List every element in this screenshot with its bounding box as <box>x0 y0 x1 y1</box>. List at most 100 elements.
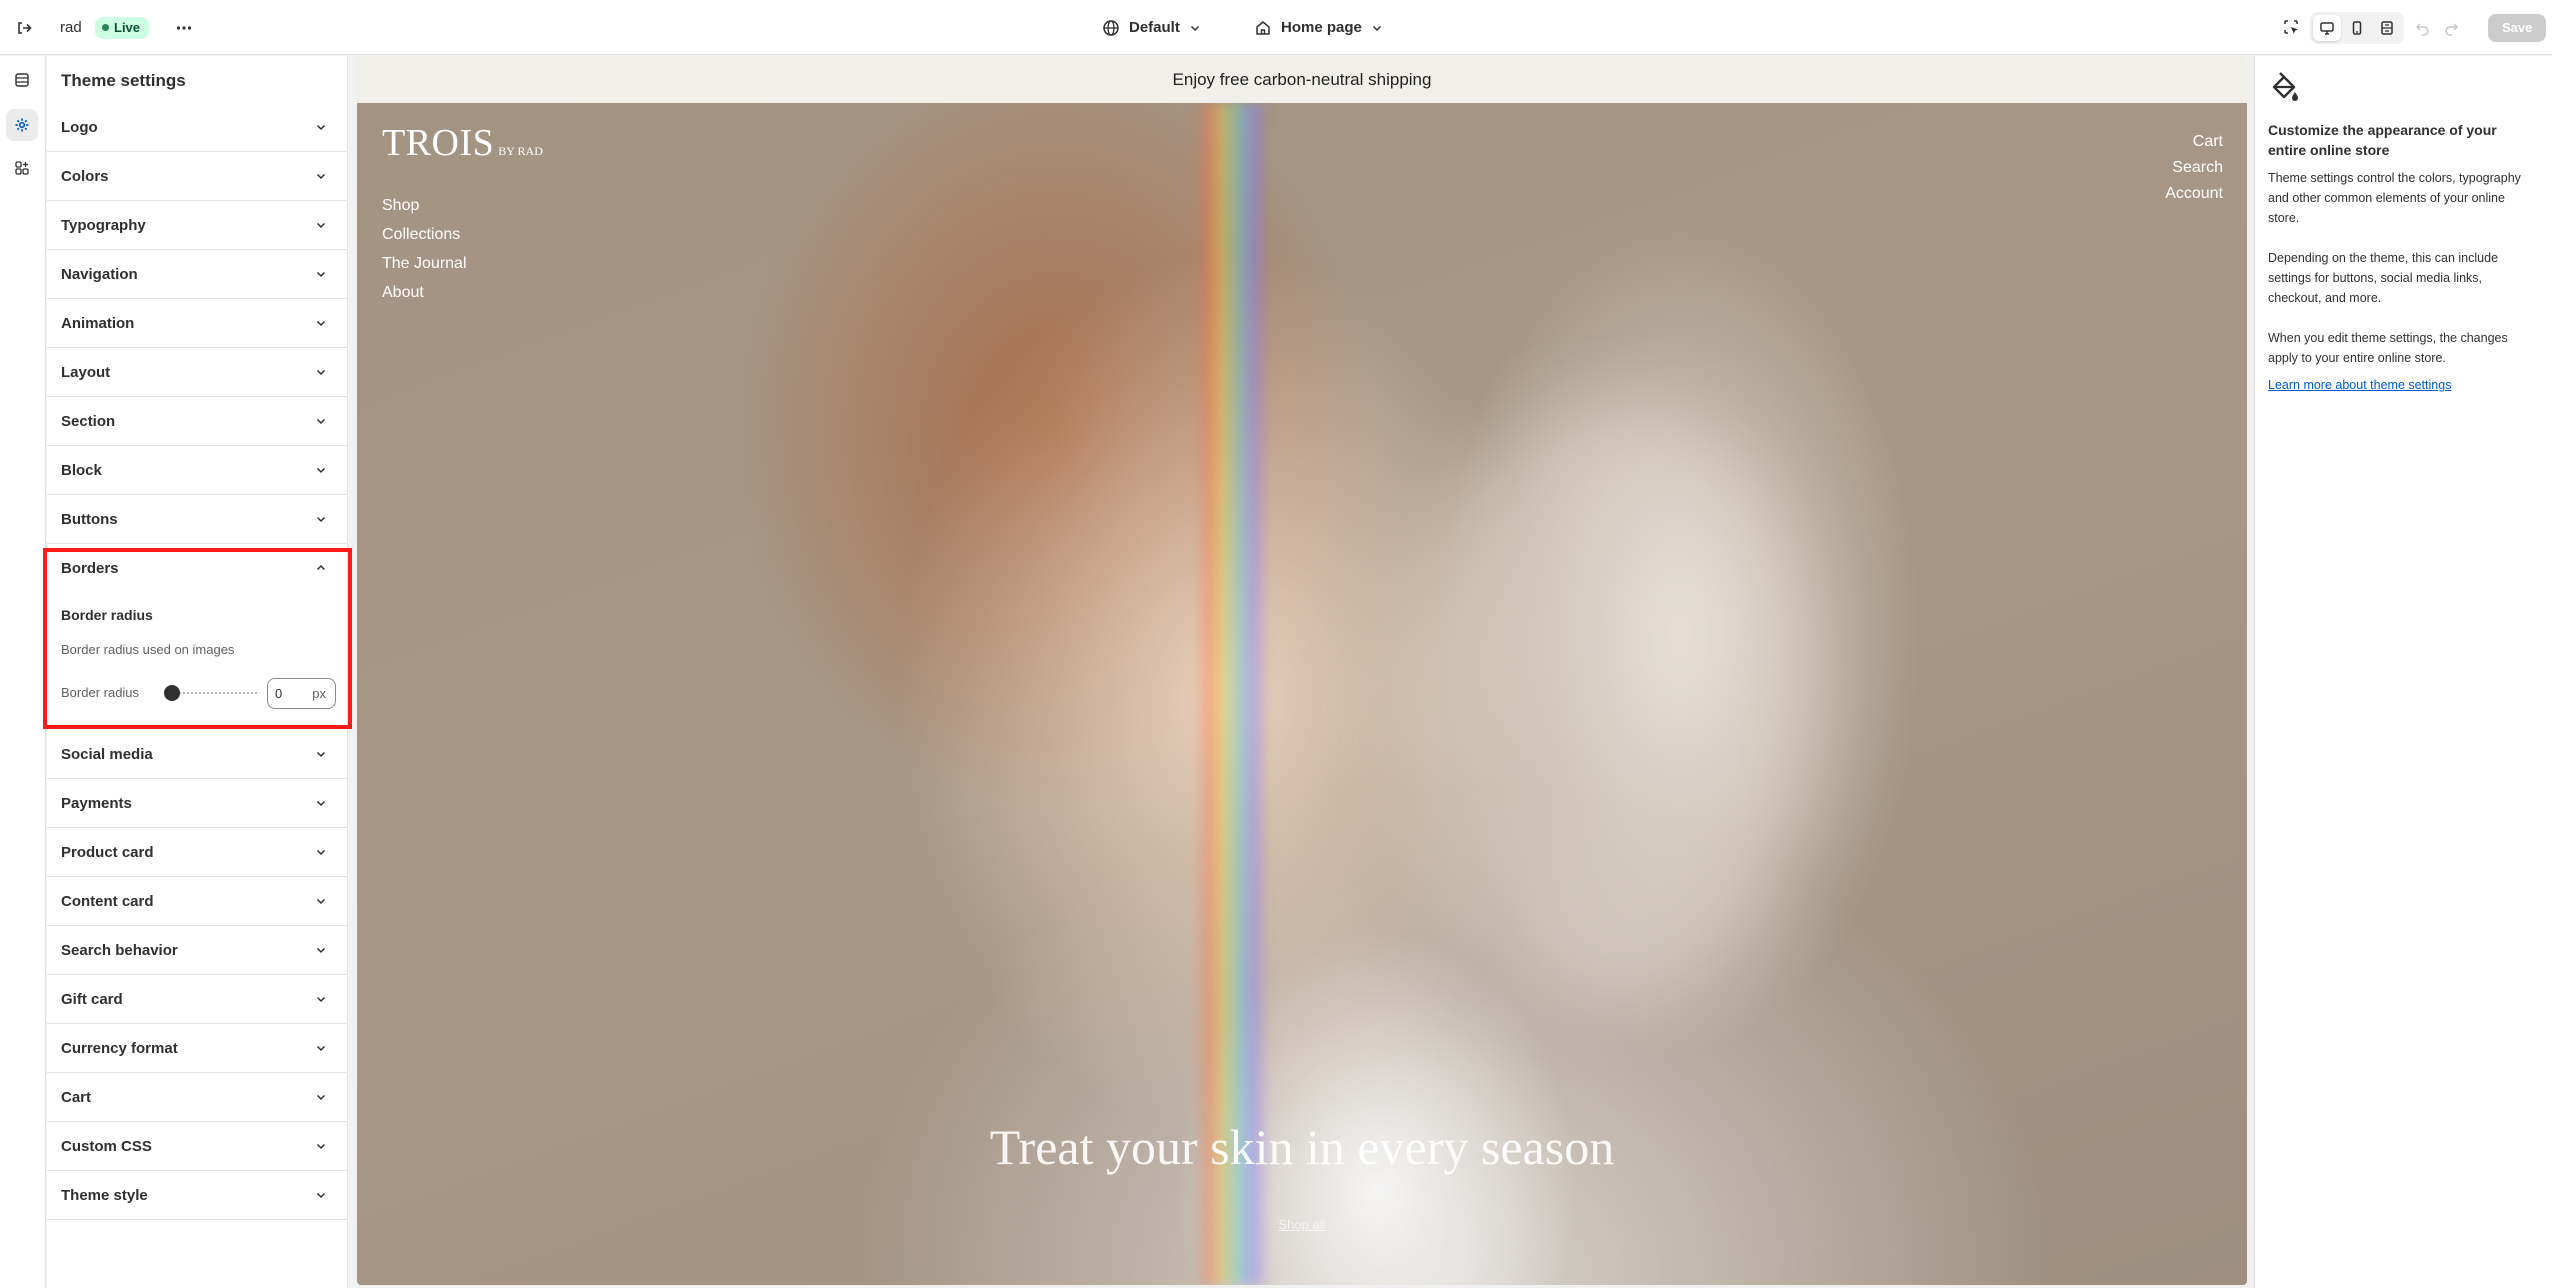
section-content-card[interactable]: Content card <box>47 877 347 926</box>
section-colors[interactable]: Colors <box>47 152 347 201</box>
section-search-behavior[interactable]: Search behavior <box>47 926 347 975</box>
paint-bucket-icon <box>2268 72 2300 104</box>
chevron-down-icon <box>315 513 327 525</box>
chevron-down-icon <box>315 366 327 378</box>
section-label: Content card <box>61 893 154 910</box>
live-dot <box>102 24 109 31</box>
chevron-down-icon <box>315 993 327 1005</box>
section-borders: Borders Border radius Border radius used… <box>47 544 347 729</box>
sections-icon[interactable] <box>6 64 38 96</box>
section-currency-format[interactable]: Currency format <box>47 1024 347 1073</box>
border-radius-label: Border radius <box>61 685 140 700</box>
chevron-down-icon <box>315 219 327 231</box>
chevron-down-icon <box>1371 22 1383 34</box>
save-button[interactable]: Save <box>2488 13 2547 42</box>
nav-link-journal[interactable]: The Journal <box>382 249 467 278</box>
nav-link-account[interactable]: Account <box>2165 181 2223 207</box>
section-logo[interactable]: Logo <box>47 103 347 152</box>
chevron-down-icon <box>315 415 327 427</box>
chevron-down-icon <box>1189 22 1201 34</box>
theme-settings-icon[interactable] <box>6 109 38 141</box>
chevron-down-icon <box>315 1042 327 1054</box>
border-radius-description: Border radius used on images <box>61 642 235 657</box>
apps-icon[interactable] <box>6 152 38 184</box>
chevron-down-icon <box>315 1189 327 1201</box>
section-label: Buttons <box>61 511 118 528</box>
info-title: Customize the appearance of your entire … <box>2268 122 2497 158</box>
section-label: Navigation <box>61 266 138 283</box>
section-navigation[interactable]: Navigation <box>47 250 347 299</box>
top-bar: rad Live Default Home page Save <box>0 0 2552 55</box>
border-radius-unit: px <box>312 686 326 701</box>
theme-settings-panel: Theme settings Logo Colors Typography Navig… <box>47 56 348 1288</box>
announcement-bar: Enjoy free carbon-neutral shipping <box>357 56 2247 103</box>
store-name: rad <box>60 19 82 36</box>
chevron-down-icon <box>315 944 327 956</box>
info-paragraph: Depending on the theme, this can include… <box>2268 251 2499 305</box>
border-radius-value[interactable]: 0 <box>275 686 282 701</box>
utility-nav: Cart Search Account <box>2165 129 2223 207</box>
border-radius-input[interactable]: 0 px <box>267 678 336 709</box>
store-preview: Enjoy free carbon-neutral shipping TROIS… <box>357 56 2247 1285</box>
desktop-icon[interactable] <box>2313 14 2341 41</box>
section-label: Gift card <box>61 991 123 1008</box>
section-label: Section <box>61 413 116 430</box>
info-paragraph: Theme settings control the colors, typog… <box>2268 171 2521 225</box>
hero-highlight <box>1397 403 1817 1003</box>
undo-icon[interactable] <box>2410 12 2436 44</box>
section-custom-css[interactable]: Custom CSS <box>47 1122 347 1171</box>
page-selector-label: Home page <box>1281 19 1362 36</box>
logo-subtitle: BY RAD <box>498 144 543 158</box>
nav-link-search[interactable]: Search <box>2165 155 2223 181</box>
section-block[interactable]: Block <box>47 446 347 495</box>
section-label: Theme style <box>61 1187 148 1204</box>
section-section[interactable]: Section <box>47 397 347 446</box>
nav-link-shop[interactable]: Shop <box>382 191 467 220</box>
inspector-icon[interactable] <box>2276 12 2308 44</box>
section-gift-card[interactable]: Gift card <box>47 975 347 1024</box>
section-product-card[interactable]: Product card <box>47 828 347 877</box>
section-label: Custom CSS <box>61 1138 152 1155</box>
home-icon <box>1254 19 1272 37</box>
redo-icon[interactable] <box>2438 12 2464 44</box>
section-label: Animation <box>61 315 135 332</box>
section-label: Layout <box>61 364 111 381</box>
nav-link-cart[interactable]: Cart <box>2165 129 2223 155</box>
nav-link-collections[interactable]: Collections <box>382 220 467 249</box>
border-radius-slider-track[interactable] <box>171 692 257 694</box>
chevron-down-icon <box>315 895 327 907</box>
more-actions-icon[interactable] <box>168 12 200 44</box>
status-badge-label: Live <box>114 20 141 35</box>
section-animation[interactable]: Animation <box>47 299 347 348</box>
section-cart[interactable]: Cart <box>47 1073 347 1122</box>
chevron-down-icon <box>315 1091 327 1103</box>
learn-more-link[interactable]: Learn more about theme settings <box>2268 378 2451 392</box>
info-panel: Customize the appearance of your entire … <box>2254 56 2552 1288</box>
nav-link-about[interactable]: About <box>382 278 467 307</box>
section-label: Payments <box>61 795 132 812</box>
section-social-media[interactable]: Social media <box>47 730 347 779</box>
section-label: Product card <box>61 844 154 861</box>
store-logo[interactable]: TROIS BY RAD <box>382 121 543 165</box>
section-layout[interactable]: Layout <box>47 348 347 397</box>
section-theme-style[interactable]: Theme style <box>47 1171 347 1220</box>
section-label: Borders <box>61 560 119 577</box>
editor-rail <box>0 56 46 1288</box>
theme-selector-label: Default <box>1129 19 1180 36</box>
page-selector[interactable]: Home page <box>1254 19 1383 37</box>
panel-title: Theme settings <box>61 71 186 90</box>
chevron-down-icon <box>315 797 327 809</box>
device-toggle <box>2310 11 2404 44</box>
theme-selector[interactable]: Default <box>1102 19 1201 37</box>
section-buttons[interactable]: Buttons <box>47 495 347 544</box>
mobile-icon[interactable] <box>2343 15 2371 41</box>
fullscreen-icon[interactable] <box>2373 15 2401 41</box>
exit-icon[interactable] <box>8 12 40 44</box>
hero-cta-link[interactable]: Shop all <box>357 1217 2247 1232</box>
section-typography[interactable]: Typography <box>47 201 347 250</box>
section-payments[interactable]: Payments <box>47 779 347 828</box>
section-label: Search behavior <box>61 942 178 959</box>
chevron-down-icon <box>315 268 327 280</box>
section-borders-header[interactable]: Borders <box>47 544 347 593</box>
border-radius-slider-thumb[interactable] <box>164 685 180 701</box>
